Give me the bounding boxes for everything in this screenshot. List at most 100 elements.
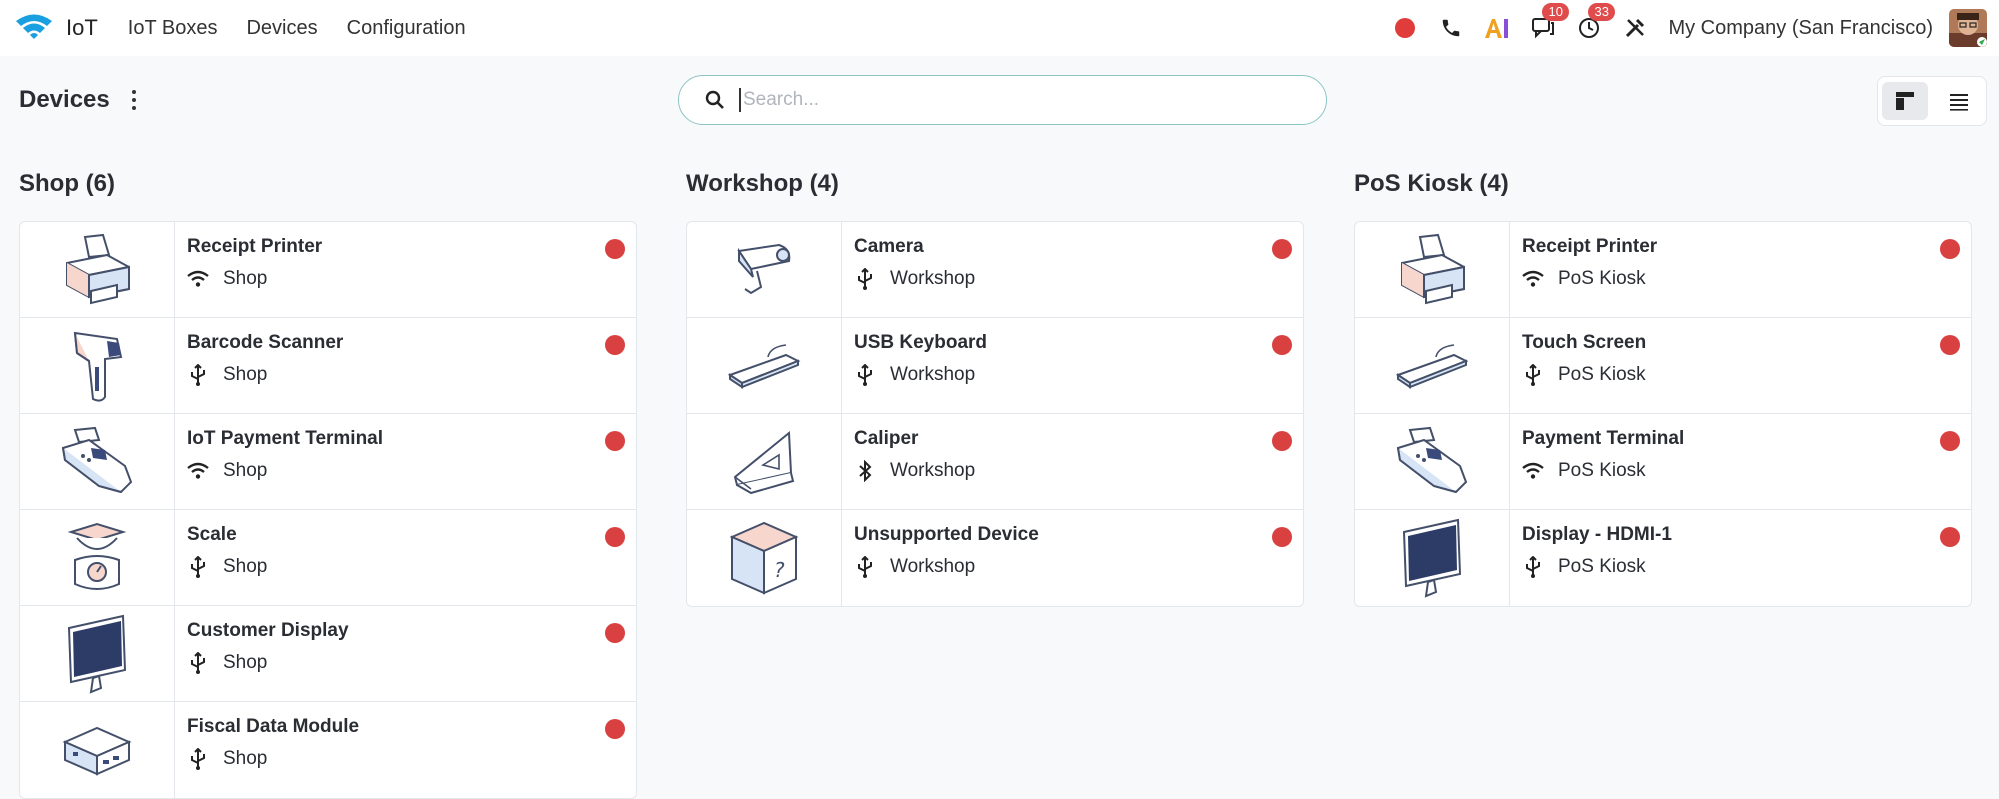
user-avatar[interactable]: [1949, 9, 1987, 47]
device-location-label: PoS Kiosk: [1558, 460, 1646, 481]
page-title: Devices: [19, 86, 110, 113]
phone-icon[interactable]: [1438, 15, 1464, 41]
status-dot-icon: [605, 719, 625, 739]
usb-icon: [187, 556, 209, 578]
debug-tools-icon[interactable]: [1622, 15, 1648, 41]
device-image: [687, 222, 842, 317]
device-card[interactable]: Scale Shop: [20, 510, 636, 606]
systray: 10 33 My Company (San Francisco): [1392, 0, 1999, 56]
menu-iot-boxes[interactable]: IoT Boxes: [128, 17, 218, 40]
record-icon[interactable]: [1392, 15, 1418, 41]
status-dot-icon: [1940, 335, 1960, 355]
device-name: Customer Display: [187, 620, 349, 641]
device-info: USB Keyboard Workshop: [842, 318, 987, 413]
main-menu: IoT Boxes Devices Configuration: [128, 17, 495, 40]
usb-icon: [187, 364, 209, 386]
device-location-label: Workshop: [890, 268, 976, 289]
device-image: [1355, 222, 1510, 317]
app-name[interactable]: IoT: [66, 15, 98, 41]
device-location: Shop: [187, 460, 383, 482]
device-card[interactable]: Receipt Printer Shop: [20, 222, 636, 318]
device-location-label: Shop: [223, 748, 268, 769]
column-title[interactable]: PoS Kiosk (4): [1354, 170, 1972, 204]
device-image: ?: [687, 510, 842, 606]
device-location: PoS Kiosk: [1522, 364, 1646, 386]
device-name: Barcode Scanner: [187, 332, 344, 353]
wifi-icon: [187, 268, 209, 290]
kanban-column: PoS Kiosk (4) Receipt Printer PoS Kiosk …: [1354, 170, 1972, 607]
device-info: Caliper Workshop: [842, 414, 975, 509]
device-name: Payment Terminal: [1522, 428, 1685, 449]
search-bar[interactable]: [678, 75, 1327, 125]
device-location-label: Workshop: [890, 556, 976, 577]
device-card[interactable]: ? Unsupported Device Workshop: [687, 510, 1303, 606]
kanban-column: Shop (6) Receipt Printer Shop Barcode Sc…: [19, 170, 637, 799]
status-dot-icon: [1272, 239, 1292, 259]
device-image: [20, 510, 175, 605]
device-image: [20, 222, 175, 317]
device-location: PoS Kiosk: [1522, 460, 1684, 482]
device-card[interactable]: Payment Terminal PoS Kiosk: [1355, 414, 1971, 510]
status-dot-icon: [1940, 431, 1960, 451]
device-location: Workshop: [854, 268, 975, 290]
status-dot-icon: [605, 527, 625, 547]
status-dot-icon: [605, 431, 625, 451]
status-dot-icon: [605, 335, 625, 355]
device-card[interactable]: Receipt Printer PoS Kiosk: [1355, 222, 1971, 318]
device-info: Display - HDMI-1 PoS Kiosk: [1510, 510, 1672, 606]
device-card[interactable]: Camera Workshop: [687, 222, 1303, 318]
device-location: Shop: [187, 652, 349, 674]
device-name: Fiscal Data Module: [187, 716, 360, 737]
company-switcher[interactable]: My Company (San Francisco): [1668, 17, 1933, 40]
device-card[interactable]: Barcode Scanner Shop: [20, 318, 636, 414]
device-card[interactable]: Touch Screen PoS Kiosk: [1355, 318, 1971, 414]
device-info: Camera Workshop: [842, 222, 975, 317]
status-dot-icon: [605, 239, 625, 259]
device-location: Workshop: [854, 556, 1039, 578]
card-list: Camera Workshop USB Keyboard Workshop Ca…: [686, 221, 1304, 607]
wifi-icon: [1522, 268, 1544, 290]
status-dot-icon: [1272, 335, 1292, 355]
device-location-label: PoS Kiosk: [1558, 268, 1646, 289]
device-name: Receipt Printer: [187, 236, 323, 257]
search-input[interactable]: [739, 88, 1305, 112]
device-info: IoT Payment Terminal Shop: [175, 414, 383, 509]
usb-icon: [1522, 364, 1544, 386]
column-title[interactable]: Shop (6): [19, 170, 637, 204]
device-info: Touch Screen PoS Kiosk: [1510, 318, 1646, 413]
search-icon: [705, 90, 725, 110]
app-brand[interactable]: IoT: [14, 12, 98, 45]
column-title[interactable]: Workshop (4): [686, 170, 1304, 204]
messages-icon[interactable]: 10: [1530, 3, 1569, 41]
usb-icon: [187, 748, 209, 770]
device-name: USB Keyboard: [854, 332, 988, 353]
usb-icon: [854, 556, 876, 578]
activity-clock-icon[interactable]: 33: [1576, 3, 1615, 41]
device-card[interactable]: Customer Display Shop: [20, 606, 636, 702]
device-card[interactable]: Fiscal Data Module Shop: [20, 702, 636, 798]
card-list: Receipt Printer PoS Kiosk Touch Screen P…: [1354, 221, 1972, 607]
device-image: [20, 318, 175, 413]
kanban-view-button[interactable]: [1882, 82, 1928, 120]
menu-devices[interactable]: Devices: [246, 17, 317, 40]
device-location-label: PoS Kiosk: [1558, 364, 1646, 385]
actions-menu-icon[interactable]: [128, 88, 140, 112]
card-list: Receipt Printer Shop Barcode Scanner Sho…: [19, 221, 637, 799]
device-card[interactable]: USB Keyboard Workshop: [687, 318, 1303, 414]
menu-configuration[interactable]: Configuration: [347, 17, 466, 40]
device-name: Touch Screen: [1522, 332, 1647, 353]
device-image: [1355, 414, 1510, 509]
view-switcher: [1877, 76, 1987, 126]
device-name: IoT Payment Terminal: [187, 428, 384, 449]
svg-text:?: ?: [774, 558, 785, 582]
device-card[interactable]: Caliper Workshop: [687, 414, 1303, 510]
device-card[interactable]: Display - HDMI-1 PoS Kiosk: [1355, 510, 1971, 606]
device-image: [1355, 318, 1510, 413]
device-card[interactable]: IoT Payment Terminal Shop: [20, 414, 636, 510]
device-location: Workshop: [854, 364, 987, 386]
list-view-button[interactable]: [1936, 82, 1982, 120]
device-location: Shop: [187, 268, 322, 290]
top-navbar: IoT IoT Boxes Devices Configuration 10 3…: [0, 0, 1999, 56]
ai-icon[interactable]: [1484, 15, 1510, 41]
device-name: Camera: [854, 236, 924, 257]
